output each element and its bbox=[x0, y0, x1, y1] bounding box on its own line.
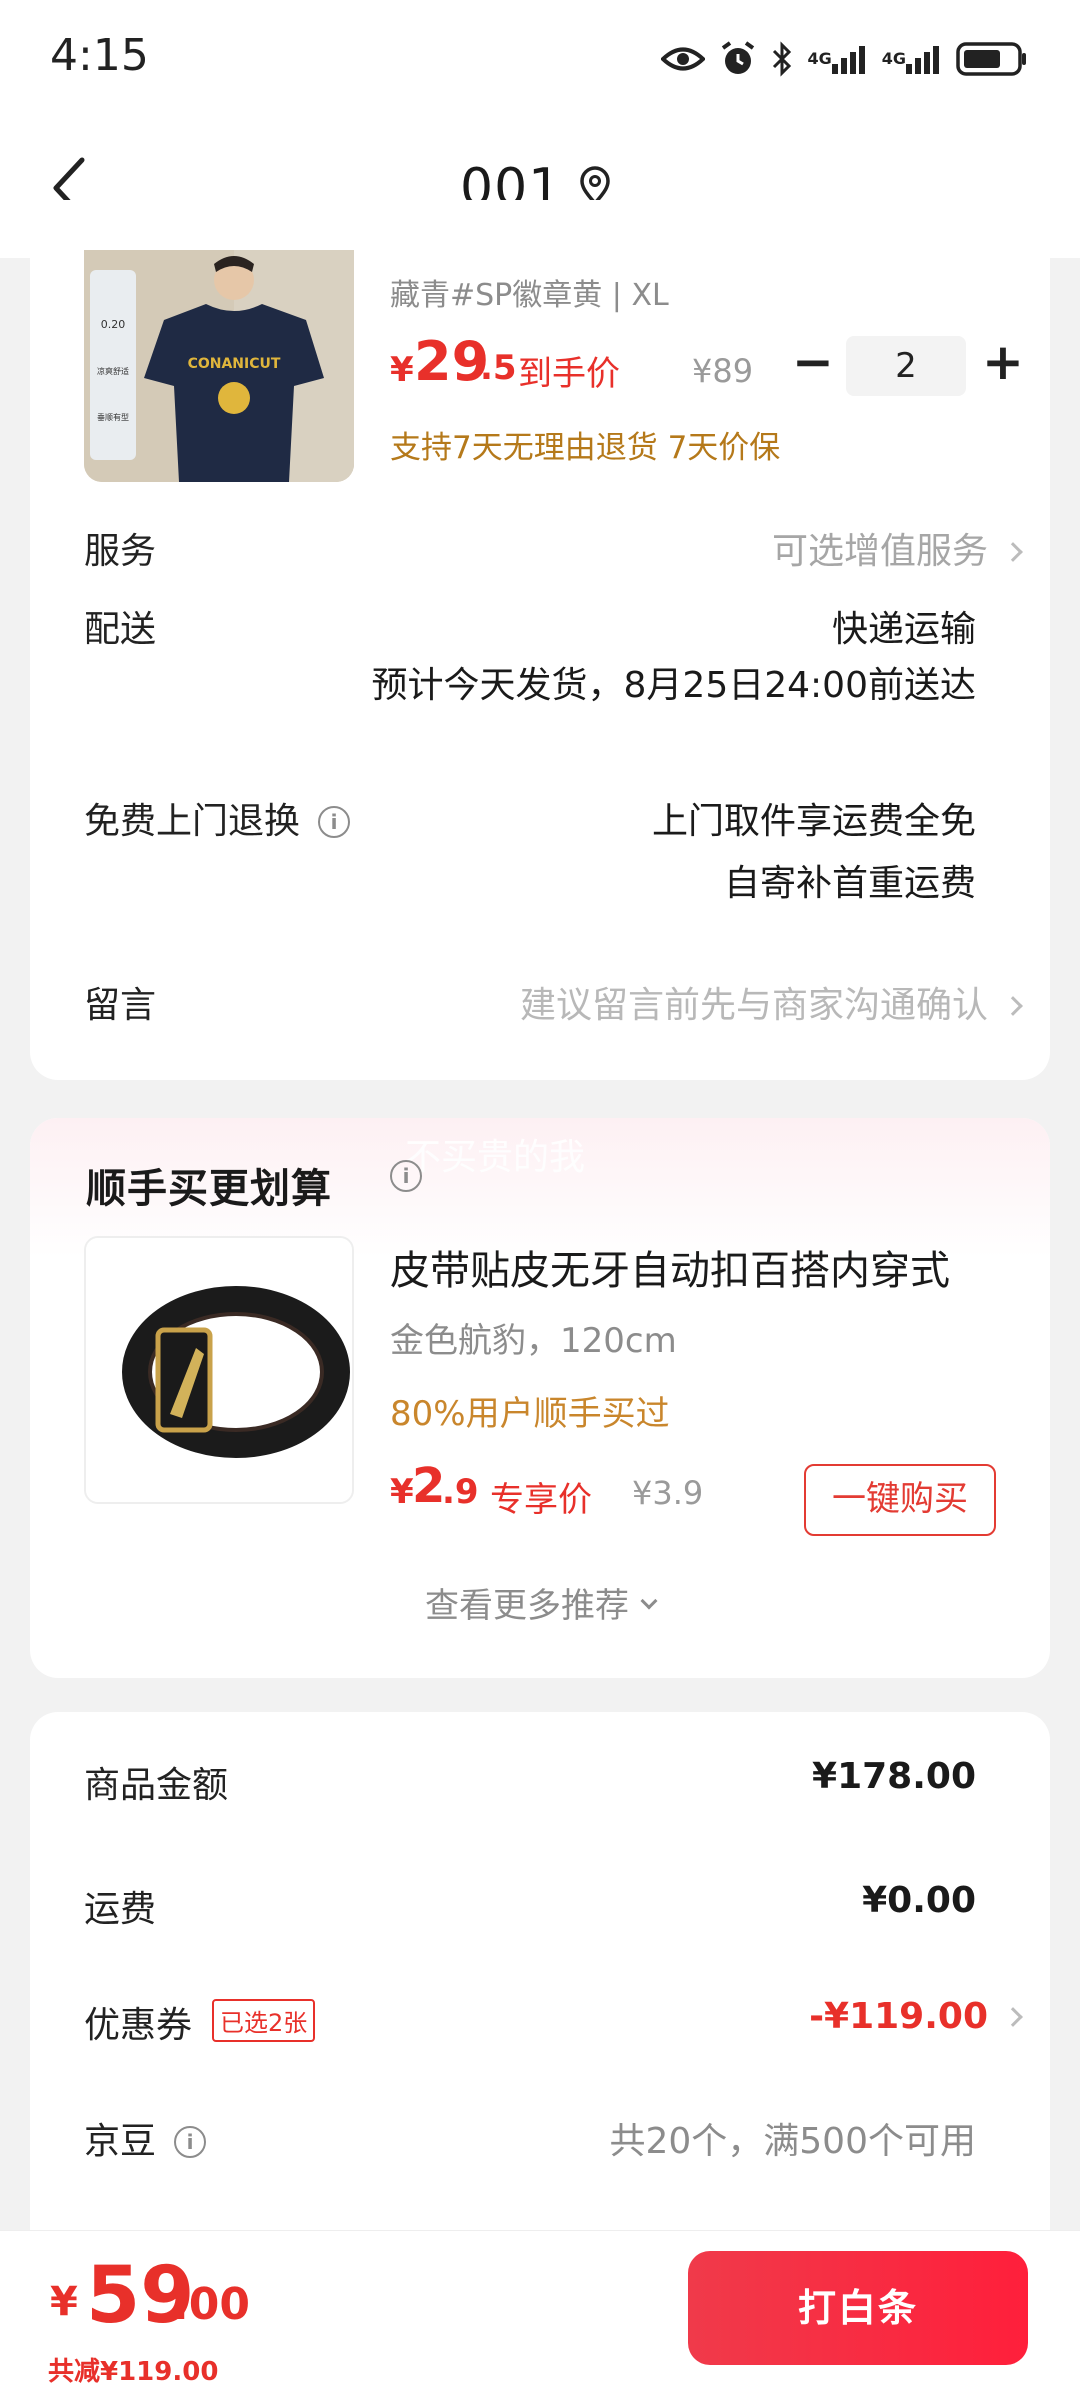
recommend-card: 不买贵的我 顺手买更划算 i 皮带贴皮无牙自动扣百搭内穿式 金色航豹，120cm… bbox=[30, 1118, 1050, 1678]
quantity-increase-button[interactable]: + bbox=[980, 337, 1026, 387]
chevron-down-icon bbox=[640, 1592, 658, 1610]
recommend-product-name[interactable]: 皮带贴皮无牙自动扣百搭内穿式 bbox=[390, 1238, 950, 1296]
price-integer: 2 bbox=[412, 1458, 446, 1514]
price-row: ¥ 29 .5 到手价 ¥89 − 2 + bbox=[390, 330, 1030, 400]
price-integer: 29 bbox=[414, 330, 490, 393]
return-policy-line2: 自寄补首重运费 bbox=[723, 863, 976, 904]
info-icon[interactable]: i bbox=[390, 1160, 422, 1192]
note-input[interactable]: 建议留言前先与商家沟通确认 bbox=[520, 976, 1023, 1028]
chevron-right-icon bbox=[1003, 542, 1023, 562]
info-icon[interactable]: i bbox=[318, 806, 351, 838]
info-icon[interactable]: i bbox=[174, 2126, 207, 2158]
free-return-label: 免费上门退换 i bbox=[84, 792, 351, 844]
service-label: 服务 bbox=[84, 531, 157, 572]
status-bar: 4:15 4G 4G bbox=[0, 0, 1080, 118]
total-symbol: ¥ bbox=[50, 2279, 78, 2325]
battery-icon bbox=[956, 41, 1028, 77]
note-label: 留言 bbox=[84, 985, 157, 1026]
delivery-estimate: 预计今天发货，8月25日24:00前送达 bbox=[371, 665, 976, 706]
price-symbol: ¥ bbox=[390, 350, 414, 390]
product-guarantee-tags: 支持7天无理由退货 7天价保 bbox=[390, 430, 781, 466]
coupon-label: 优惠券 已选2张 bbox=[84, 1996, 316, 2048]
svg-text:0.20: 0.20 bbox=[101, 318, 126, 331]
recommend-product-spec: 金色航豹，120cm bbox=[390, 1321, 677, 1361]
recommend-social-proof: 80%用户顺手买过 bbox=[390, 1394, 670, 1434]
alarm-icon bbox=[719, 40, 757, 78]
goods-amount-label: 商品金额 bbox=[84, 1765, 229, 1806]
shipping-value: ¥0.00 bbox=[862, 1880, 976, 1921]
jd-beans-row[interactable]: 京豆 i 共20个，满500个可用 bbox=[84, 2112, 1020, 2168]
delivery-label: 配送 bbox=[84, 609, 157, 650]
goods-amount-row: 商品金额 ¥178.00 bbox=[84, 1756, 1020, 1812]
goods-amount-value: ¥178.00 bbox=[812, 1756, 976, 1797]
coupon-row[interactable]: 优惠券 已选2张 -¥119.00 bbox=[84, 1996, 1023, 2052]
total-decimal: .00 bbox=[172, 2279, 250, 2330]
product-variant[interactable]: 藏青#SP徽章黄 | XL bbox=[390, 270, 669, 314]
product-card: CONANICUT 0.20 凉爽舒适 垂顺有型 藏青#SP徽章黄 | XL ¥… bbox=[30, 200, 1050, 1080]
one-click-buy-button[interactable]: 一键购买 bbox=[804, 1464, 996, 1536]
quantity-input[interactable]: 2 bbox=[846, 336, 966, 396]
shipping-label: 运费 bbox=[84, 1889, 157, 1930]
jd-beans-value: 共20个，满500个可用 bbox=[609, 2121, 976, 2162]
note-row[interactable]: 留言 建议留言前先与商家沟通确认 bbox=[84, 976, 1023, 1032]
jd-beans-label: 京豆 i bbox=[84, 2112, 207, 2164]
eye-icon bbox=[661, 44, 706, 74]
service-row[interactable]: 服务 可选增值服务 bbox=[84, 522, 1023, 578]
signal-2-icon: 4G bbox=[882, 44, 942, 74]
bluetooth-icon bbox=[771, 41, 793, 77]
delivery-method: 快递运输 bbox=[831, 609, 976, 650]
service-value: 可选增值服务 bbox=[772, 522, 1023, 574]
price-symbol: ¥ bbox=[390, 1472, 414, 1512]
original-price: ¥89 bbox=[692, 352, 754, 390]
pay-button[interactable]: 打白条 bbox=[688, 2251, 1028, 2365]
coupon-value: -¥119.00 bbox=[809, 1996, 1023, 2037]
status-icons: 4G 4G bbox=[661, 34, 1028, 84]
svg-text:凉爽舒适: 凉爽舒适 bbox=[97, 366, 129, 376]
chevron-right-icon bbox=[1003, 996, 1023, 1016]
price-decimal: .9 bbox=[442, 1472, 479, 1512]
price-label: 专享价 bbox=[490, 1480, 592, 1520]
product-image[interactable]: CONANICUT 0.20 凉爽舒适 垂顺有型 bbox=[84, 250, 354, 482]
price-summary-card: 商品金额 ¥178.00 运费 ¥0.00 优惠券 已选2张 -¥119.00 京… bbox=[30, 1712, 1050, 2232]
price-decimal: .5 bbox=[480, 348, 517, 388]
checkout-bar: ¥ 59 .00 共减¥119.00 打白条 bbox=[0, 2230, 1080, 2400]
shipping-row: 运费 ¥0.00 bbox=[84, 1880, 1020, 1936]
coupon-selected-badge: 已选2张 bbox=[212, 1999, 316, 2042]
total-discount: 共减¥119.00 bbox=[48, 2357, 219, 2387]
return-policy-line1: 上门取件享运费全免 bbox=[651, 801, 976, 842]
recommend-product-image[interactable] bbox=[84, 1236, 354, 1504]
chevron-right-icon bbox=[1003, 2007, 1023, 2027]
delivery-row[interactable]: 配送 快递运输 预计今天发货，8月25日24:00前送达 bbox=[84, 600, 1020, 710]
price-label: 到手价 bbox=[518, 354, 620, 394]
quantity-decrease-button[interactable]: − bbox=[790, 337, 836, 388]
status-time: 4:15 bbox=[50, 30, 149, 81]
svg-text:垂顺有型: 垂顺有型 bbox=[97, 412, 129, 422]
more-recommendations-button[interactable]: 查看更多推荐 bbox=[30, 1578, 1050, 1627]
watermark-text: 不买贵的我 bbox=[405, 1137, 586, 1178]
recommend-title: 顺手买更划算 bbox=[86, 1166, 332, 1212]
free-return-row[interactable]: 免费上门退换 i 上门取件享运费全免 自寄补首重运费 bbox=[84, 792, 1020, 912]
signal-1-icon: 4G bbox=[807, 44, 867, 74]
original-price: ¥3.9 bbox=[632, 1474, 704, 1512]
svg-text:CONANICUT: CONANICUT bbox=[188, 356, 281, 372]
